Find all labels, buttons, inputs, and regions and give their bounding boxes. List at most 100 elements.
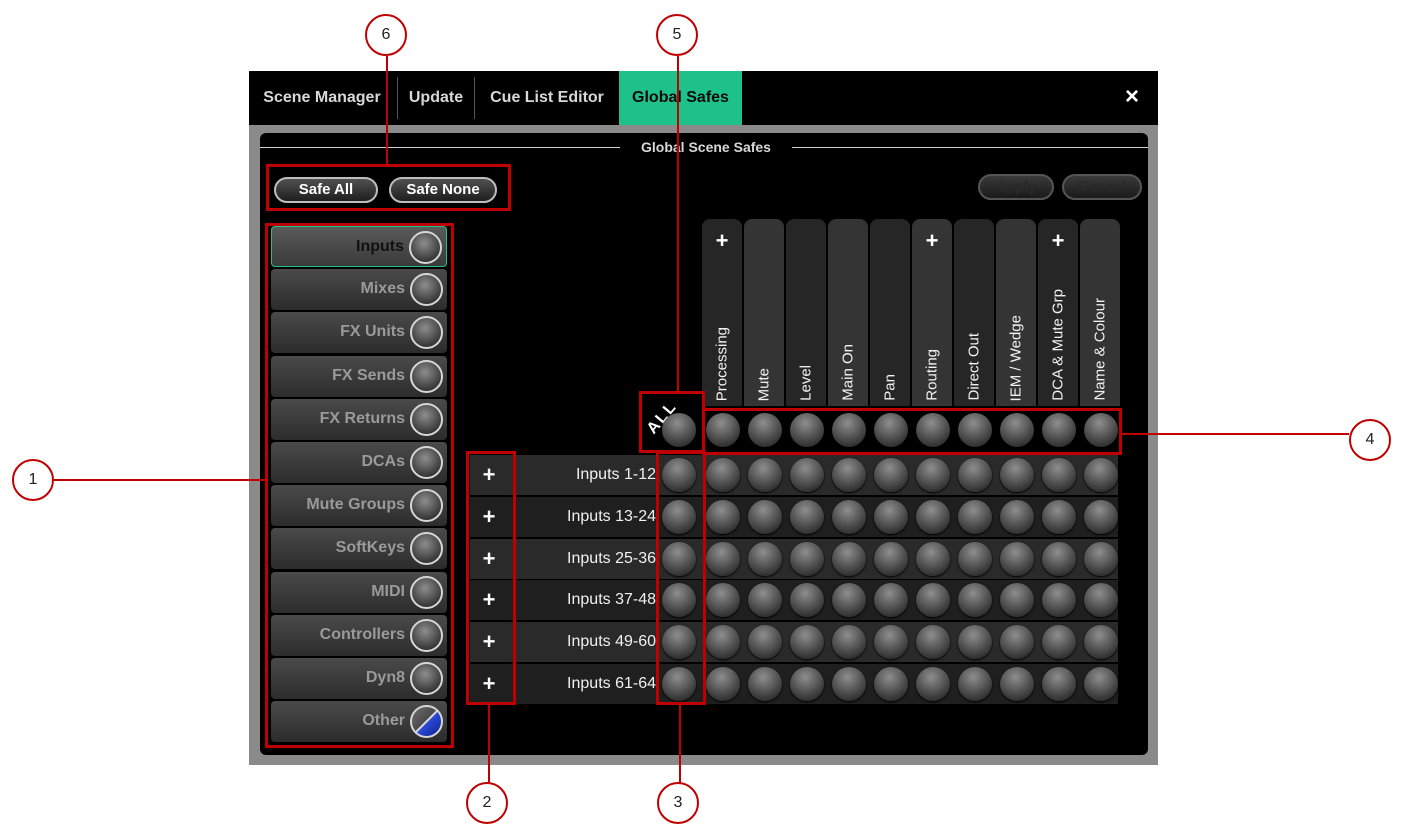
row-label: Inputs 13-24 bbox=[567, 507, 656, 525]
safe-cell-button[interactable] bbox=[1042, 499, 1076, 534]
safe-cell-button[interactable] bbox=[916, 667, 950, 701]
safe-cell-button[interactable] bbox=[1084, 458, 1118, 492]
safe-cell-button[interactable] bbox=[832, 541, 866, 576]
safe-cell-button[interactable] bbox=[916, 499, 950, 534]
safe-cell-button[interactable] bbox=[874, 458, 908, 492]
expand-column-button[interactable]: + bbox=[912, 229, 952, 253]
safe-cell-button[interactable] bbox=[1084, 667, 1118, 701]
annotation-line-2 bbox=[488, 705, 490, 785]
column-label: Direct Out bbox=[965, 333, 983, 401]
safe-cell-button[interactable] bbox=[1084, 625, 1118, 660]
safe-cell-button[interactable] bbox=[916, 625, 950, 660]
column-header-main-on: Main On bbox=[828, 219, 868, 406]
safe-cell-button[interactable] bbox=[1042, 458, 1076, 492]
safe-cell-button[interactable] bbox=[1042, 541, 1076, 576]
safe-cell-button[interactable] bbox=[748, 625, 782, 660]
column-label: Mute bbox=[755, 367, 773, 401]
tab-global-safes[interactable]: Global Safes bbox=[619, 71, 742, 125]
safe-cell-button[interactable] bbox=[958, 625, 992, 660]
expand-column-button[interactable]: + bbox=[1038, 229, 1078, 253]
safe-cell-button[interactable] bbox=[874, 667, 908, 701]
column-label: Processing bbox=[713, 326, 731, 401]
column-header-iem-wedge: IEM / Wedge bbox=[996, 219, 1036, 406]
safe-cell-button[interactable] bbox=[1000, 667, 1034, 701]
safe-cell-button[interactable] bbox=[1084, 499, 1118, 534]
column-label: Level bbox=[797, 365, 815, 401]
safe-cell-button[interactable] bbox=[874, 625, 908, 660]
callout-2: 2 bbox=[466, 782, 508, 824]
safe-cell-button[interactable] bbox=[790, 667, 824, 701]
tab-update[interactable]: Update bbox=[401, 83, 471, 113]
callout-4: 4 bbox=[1349, 419, 1391, 461]
safe-cell-button[interactable] bbox=[790, 458, 824, 492]
safe-cell-button[interactable] bbox=[790, 541, 824, 576]
tab-separator bbox=[474, 77, 475, 119]
callout-6: 6 bbox=[365, 14, 407, 56]
safe-cell-button[interactable] bbox=[706, 667, 740, 701]
column-label: Pan bbox=[881, 374, 899, 401]
annotation-box-all bbox=[639, 391, 705, 453]
column-header-direct-out: Direct Out bbox=[954, 219, 994, 406]
safe-cell-button[interactable] bbox=[916, 458, 950, 492]
column-header-processing: + Processing bbox=[702, 219, 742, 406]
safe-cell-button[interactable] bbox=[748, 667, 782, 701]
column-header-pan: Pan bbox=[870, 219, 910, 406]
annotation-line-5 bbox=[677, 56, 679, 391]
safe-cell-button[interactable] bbox=[706, 458, 740, 492]
safe-cell-button[interactable] bbox=[832, 499, 866, 534]
row-label: Inputs 37-48 bbox=[567, 591, 656, 609]
safe-cell-button[interactable] bbox=[958, 667, 992, 701]
safe-cell-button[interactable] bbox=[832, 458, 866, 492]
column-label: DCA & Mute Grp bbox=[1049, 289, 1067, 401]
column-label: Routing bbox=[923, 349, 941, 401]
column-header-dca-mute-grp: + DCA & Mute Grp bbox=[1038, 219, 1078, 406]
safe-cell-button[interactable] bbox=[1042, 625, 1076, 660]
annotation-box-column-safes bbox=[702, 408, 1122, 455]
safe-cell-button[interactable] bbox=[748, 499, 782, 534]
callout-5: 5 bbox=[656, 14, 698, 56]
close-icon[interactable]: × bbox=[1118, 83, 1146, 111]
panel-title: Global Scene Safes bbox=[620, 139, 792, 155]
safe-cell-button[interactable] bbox=[916, 541, 950, 576]
tab-cue-list-editor[interactable]: Cue List Editor bbox=[481, 83, 613, 113]
cancel-button[interactable]: Cancel bbox=[1062, 174, 1142, 200]
safe-cell-button[interactable] bbox=[1000, 625, 1034, 660]
column-header-name-colour: Name & Colour bbox=[1080, 219, 1120, 406]
safe-cell-button[interactable] bbox=[832, 667, 866, 701]
safe-cell-button[interactable] bbox=[958, 541, 992, 576]
row-label: Inputs 61-64 bbox=[567, 675, 656, 692]
safe-cell-button[interactable] bbox=[790, 499, 824, 534]
safe-cell-button[interactable] bbox=[790, 625, 824, 660]
safe-cell-button[interactable] bbox=[706, 499, 740, 534]
safe-cell-button[interactable] bbox=[874, 499, 908, 534]
annotation-line-1 bbox=[54, 479, 265, 481]
annotation-line-6 bbox=[386, 56, 388, 164]
column-header-level: Level bbox=[786, 219, 826, 406]
safe-cell-button[interactable] bbox=[706, 625, 740, 660]
safe-cell-button[interactable] bbox=[1000, 458, 1034, 492]
callout-3: 3 bbox=[657, 782, 699, 824]
column-label: Name & Colour bbox=[1091, 298, 1109, 401]
tab-scene-manager[interactable]: Scene Manager bbox=[257, 83, 387, 113]
safe-cell-button[interactable] bbox=[706, 541, 740, 576]
safe-cell-button[interactable] bbox=[748, 541, 782, 576]
expand-column-button[interactable]: + bbox=[702, 229, 742, 253]
annotation-box-row-expand bbox=[466, 451, 516, 705]
annotation-box-safe-buttons bbox=[266, 164, 511, 211]
column-header-routing: + Routing bbox=[912, 219, 952, 406]
safe-cell-button[interactable] bbox=[1000, 541, 1034, 576]
column-label: IEM / Wedge bbox=[1007, 314, 1025, 401]
annotation-box-row-safes bbox=[656, 451, 706, 705]
safe-cell-button[interactable] bbox=[958, 458, 992, 492]
tab-separator bbox=[397, 77, 398, 119]
row-label: Inputs 25-36 bbox=[567, 549, 656, 567]
safe-cell-button[interactable] bbox=[1084, 541, 1118, 576]
safe-cell-button[interactable] bbox=[832, 625, 866, 660]
column-label: Main On bbox=[839, 344, 857, 401]
safe-cell-button[interactable] bbox=[958, 499, 992, 534]
safe-cell-button[interactable] bbox=[874, 541, 908, 576]
apply-button[interactable]: Apply bbox=[978, 174, 1054, 200]
safe-cell-button[interactable] bbox=[1042, 667, 1076, 701]
safe-cell-button[interactable] bbox=[748, 458, 782, 492]
safe-cell-button[interactable] bbox=[1000, 499, 1034, 534]
